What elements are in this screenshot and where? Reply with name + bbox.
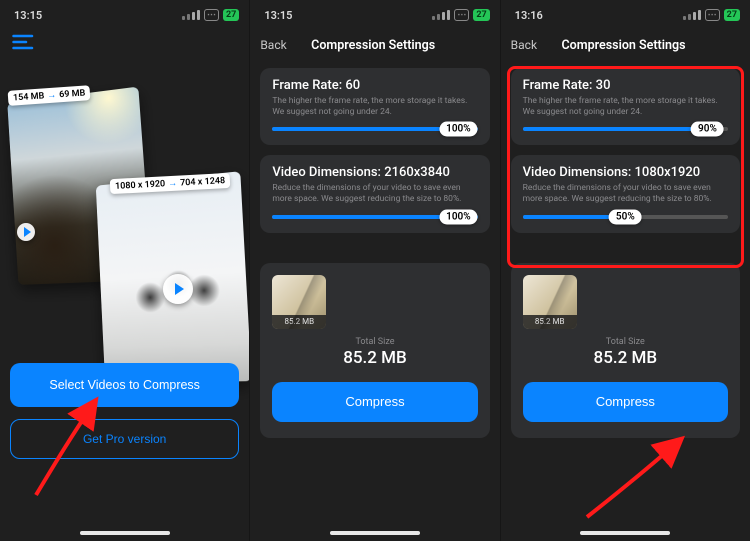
home-indicator[interactable] — [330, 531, 420, 535]
frame-rate-slider[interactable]: 90% — [523, 127, 728, 131]
annotation-arrow — [581, 435, 691, 525]
total-size-value: 85.2 MB — [272, 348, 477, 368]
dimensions-heading: Video Dimensions: 2160x3840 — [272, 165, 477, 180]
battery-icon: 27 — [223, 9, 239, 21]
battery-icon: 27 — [724, 9, 740, 21]
frame-rate-knob[interactable]: 100% — [439, 122, 478, 137]
dimensions-knob[interactable]: 100% — [439, 209, 478, 224]
wifi-icon: ⋯ — [454, 9, 469, 21]
status-time: 13:15 — [264, 9, 292, 22]
dimensions-card: Video Dimensions: 1080x1920 Reduce the d… — [511, 155, 740, 232]
play-icon — [163, 274, 193, 304]
status-time: 13:15 — [14, 9, 42, 22]
play-icon — [17, 223, 35, 241]
nav-header: Back Compression Settings — [250, 32, 499, 58]
video-thumb[interactable]: 85.2 MB — [523, 275, 577, 329]
status-bar: 13:15 ⋯ 27 — [250, 0, 499, 26]
result-card: 85.2 MB Total Size 85.2 MB Compress — [260, 263, 489, 438]
status-time: 13:16 — [515, 9, 543, 22]
frame-rate-hint: The higher the frame rate, the more stor… — [272, 96, 477, 117]
wifi-icon: ⋯ — [204, 9, 219, 21]
dimensions-hint: Reduce the dimensions of your video to s… — [272, 183, 477, 204]
cellular-icon — [182, 10, 200, 20]
cellular-icon — [432, 10, 450, 20]
home-indicator[interactable] — [580, 531, 670, 535]
frame-rate-card: Frame Rate: 30 The higher the frame rate… — [511, 68, 740, 145]
nav-header: Back Compression Settings — [501, 32, 750, 58]
get-pro-button[interactable]: Get Pro version — [10, 419, 239, 459]
video-thumb[interactable]: 85.2 MB — [272, 275, 326, 329]
frame-rate-knob[interactable]: 90% — [691, 122, 724, 137]
dimensions-hint: Reduce the dimensions of your video to s… — [523, 183, 728, 204]
dimensions-heading: Video Dimensions: 1080x1920 — [523, 165, 728, 180]
thumb-size-label: 85.2 MB — [523, 315, 577, 329]
status-bar: 13:16 ⋯ 27 — [501, 0, 750, 26]
thumb-size-label: 85.2 MB — [272, 315, 326, 329]
wifi-icon: ⋯ — [705, 9, 720, 21]
dimensions-knob[interactable]: 50% — [609, 209, 642, 224]
frame-rate-slider[interactable]: 100% — [272, 127, 477, 131]
arrow-right-icon: → — [47, 90, 57, 102]
triptych-stage: 13:15 ⋯ 27 154 MB → 69 MB 1080 x 1920 → … — [0, 0, 750, 541]
dimensions-card: Video Dimensions: 2160x3840 Reduce the d… — [260, 155, 489, 232]
home-indicator[interactable] — [80, 531, 170, 535]
battery-icon: 27 — [473, 9, 489, 21]
total-size-value: 85.2 MB — [523, 348, 728, 368]
page-title: Compression Settings — [257, 38, 490, 53]
result-card: 85.2 MB Total Size 85.2 MB Compress — [511, 263, 740, 438]
dimensions-slider[interactable]: 50% — [523, 215, 728, 219]
dimensions-slider[interactable]: 100% — [272, 215, 477, 219]
status-bar: 13:15 ⋯ 27 — [0, 0, 249, 26]
frame-rate-card: Frame Rate: 60 The higher the frame rate… — [260, 68, 489, 145]
select-videos-button[interactable]: Select Videos to Compress — [10, 363, 239, 407]
compress-button[interactable]: Compress — [523, 382, 728, 422]
frame-rate-hint: The higher the frame rate, the more stor… — [523, 96, 728, 117]
screen-3-settings-adjusted: 13:16 ⋯ 27 Back Compression Settings Fra… — [500, 0, 750, 541]
page-title: Compression Settings — [507, 38, 740, 53]
screen-2-settings-default: 13:15 ⋯ 27 Back Compression Settings Fra… — [249, 0, 499, 541]
frame-rate-heading: Frame Rate: 30 — [523, 78, 728, 93]
menu-button[interactable] — [12, 34, 249, 50]
total-size-label: Total Size — [272, 337, 477, 347]
frame-rate-heading: Frame Rate: 60 — [272, 78, 477, 93]
cellular-icon — [683, 10, 701, 20]
screen-1-home: 13:15 ⋯ 27 154 MB → 69 MB 1080 x 1920 → … — [0, 0, 249, 541]
total-size-label: Total Size — [523, 337, 728, 347]
arrow-right-icon: → — [168, 178, 178, 189]
hero-illustration: 154 MB → 69 MB 1080 x 1920 → 704 x 1248 — [0, 58, 249, 358]
compress-button[interactable]: Compress — [272, 382, 477, 422]
